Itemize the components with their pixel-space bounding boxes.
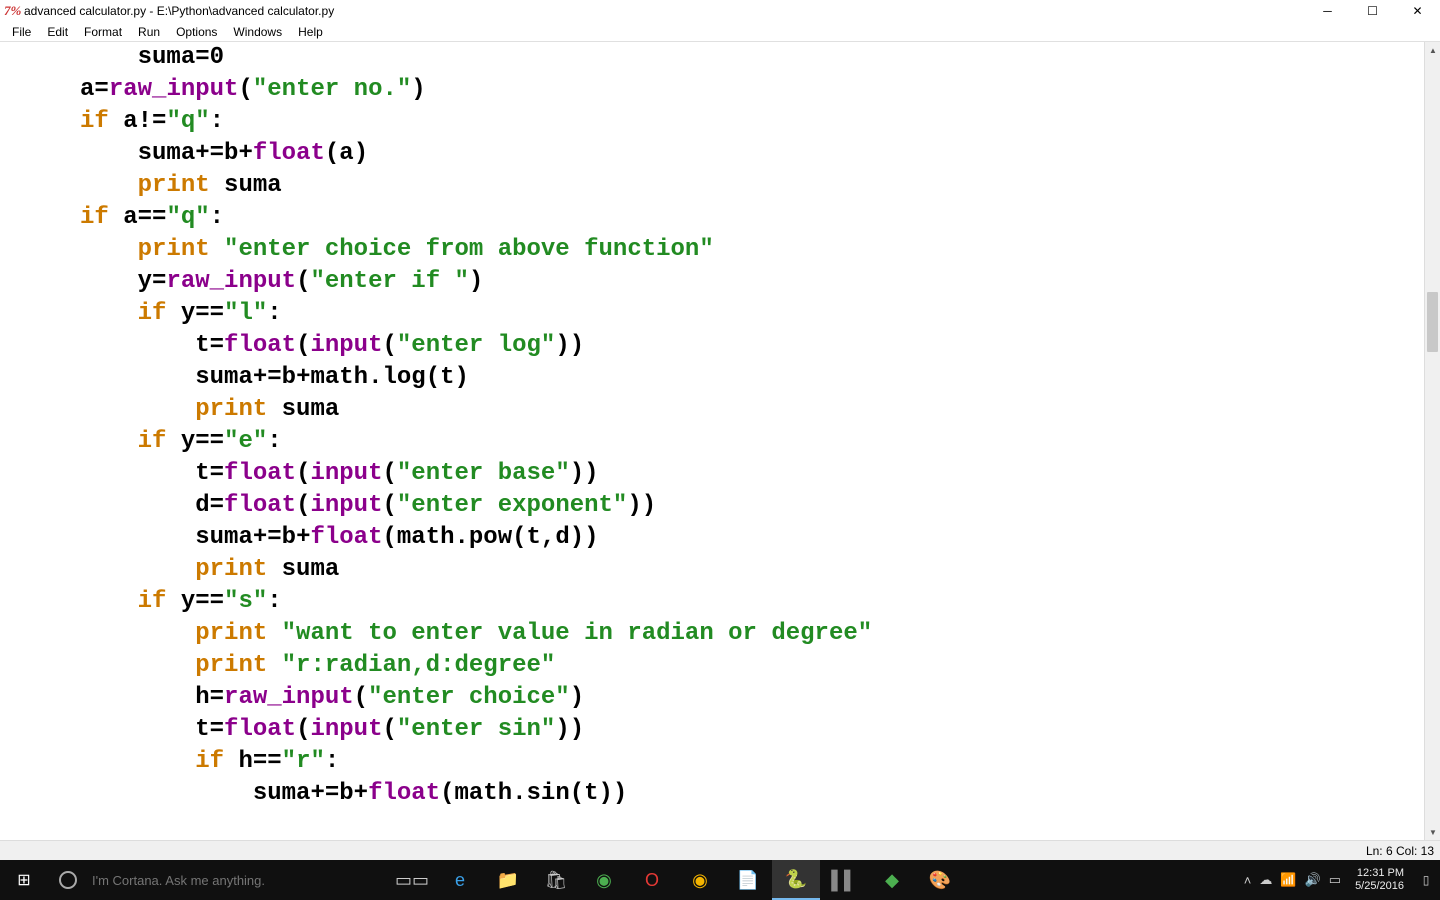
taskbar-app-file-explorer[interactable]: 📁: [484, 860, 532, 900]
tray-input-icon[interactable]: ▭: [1329, 872, 1341, 888]
code-line: print suma: [8, 170, 1424, 202]
code-line: print "enter choice from above function": [8, 234, 1424, 266]
tray-clock[interactable]: 12:31 PM 5/25/2016: [1349, 867, 1410, 893]
tray-onedrive-icon[interactable]: ☁: [1259, 872, 1272, 888]
code-line: print "want to enter value in radian or …: [8, 618, 1424, 650]
system-tray: ˄ ☁ 📶 🔊 ▭ 12:31 PM 5/25/2016 ▯: [1244, 860, 1440, 900]
editor-area: suma=0 a=raw_input("enter no.") if a!="q…: [0, 42, 1440, 840]
code-line: if y=="s":: [8, 586, 1424, 618]
cursor-position: Ln: 6 Col: 13: [1366, 844, 1434, 858]
clock-time: 12:31 PM: [1355, 867, 1404, 880]
clock-date: 5/25/2016: [1355, 880, 1404, 893]
code-line: if y=="l":: [8, 298, 1424, 330]
taskbar-app-paint[interactable]: 🎨: [916, 860, 964, 900]
taskbar-app-utorrent[interactable]: ◉: [580, 860, 628, 900]
action-center-button[interactable]: ▯: [1418, 860, 1434, 900]
taskbar-app-task-view[interactable]: ▭▭: [388, 860, 436, 900]
menu-windows[interactable]: Windows: [225, 23, 290, 41]
menu-format[interactable]: Format: [76, 23, 130, 41]
code-line: print suma: [8, 554, 1424, 586]
code-line: t=float(input("enter base")): [8, 458, 1424, 490]
windows-icon: ⊞: [17, 870, 30, 890]
maximize-button[interactable]: ☐: [1350, 0, 1395, 22]
code-line: t=float(input("enter sin")): [8, 714, 1424, 746]
code-editor[interactable]: suma=0 a=raw_input("enter no.") if a!="q…: [0, 42, 1424, 840]
code-line: h=raw_input("enter choice"): [8, 682, 1424, 714]
tray-volume-icon[interactable]: 🔊: [1305, 872, 1321, 888]
titlebar: 7% advanced calculator.py - E:\Python\ad…: [0, 0, 1440, 22]
window-controls: ─ ☐ ✕: [1305, 0, 1440, 22]
code-line: suma+=b+math.log(t): [8, 362, 1424, 394]
code-line: suma+=b+float(math.sin(t)): [8, 778, 1424, 810]
start-button[interactable]: ⊞: [0, 860, 48, 900]
code-line: suma+=b+float(a): [8, 138, 1424, 170]
code-line: suma+=b+float(math.pow(t,d)): [8, 522, 1424, 554]
taskbar-app-notepadpp[interactable]: 📄: [724, 860, 772, 900]
code-line: y=raw_input("enter if "): [8, 266, 1424, 298]
code-line: print "r:radian,d:degree": [8, 650, 1424, 682]
taskbar-app-edge[interactable]: e: [436, 860, 484, 900]
scroll-down-button[interactable]: ▼: [1425, 824, 1440, 840]
taskbar-app-chrome[interactable]: ◉: [676, 860, 724, 900]
statusbar: Ln: 6 Col: 13: [0, 840, 1440, 860]
menu-options[interactable]: Options: [168, 23, 225, 41]
tray-network-icon[interactable]: 📶: [1280, 872, 1296, 888]
scroll-up-button[interactable]: ▲: [1425, 42, 1440, 58]
code-line: if y=="e":: [8, 426, 1424, 458]
circle-icon: [59, 871, 77, 889]
app-icon: 7%: [4, 4, 18, 18]
code-line: if a!="q":: [8, 106, 1424, 138]
menu-help[interactable]: Help: [290, 23, 331, 41]
taskbar-app-drive[interactable]: ◆: [868, 860, 916, 900]
taskbar-app-idle[interactable]: 🐍: [772, 860, 820, 900]
window-title: advanced calculator.py - E:\Python\advan…: [24, 4, 334, 18]
taskbar-app-store[interactable]: 🛍: [532, 860, 580, 900]
cortana-icon[interactable]: [48, 860, 88, 900]
code-line: if a=="q":: [8, 202, 1424, 234]
tray-chevron-icon[interactable]: ˄: [1244, 873, 1252, 888]
menu-file[interactable]: File: [4, 23, 39, 41]
taskbar-app-pycharm[interactable]: ▌▌: [820, 860, 868, 900]
code-line: t=float(input("enter log")): [8, 330, 1424, 362]
code-line: print suma: [8, 394, 1424, 426]
code-line: d=float(input("enter exponent")): [8, 490, 1424, 522]
minimize-button[interactable]: ─: [1305, 0, 1350, 22]
menu-edit[interactable]: Edit: [39, 23, 76, 41]
close-button[interactable]: ✕: [1395, 0, 1440, 22]
vertical-scrollbar[interactable]: ▲ ▼: [1424, 42, 1440, 840]
code-line: if h=="r":: [8, 746, 1424, 778]
menubar: FileEditFormatRunOptionsWindowsHelp: [0, 22, 1440, 42]
code-line: suma=0: [8, 42, 1424, 74]
taskbar-apps: ▭▭e📁🛍◉O◉📄🐍▌▌◆🎨: [388, 860, 964, 900]
cortana-search-input[interactable]: [88, 860, 368, 900]
taskbar: ⊞ ▭▭e📁🛍◉O◉📄🐍▌▌◆🎨 ˄ ☁ 📶 🔊 ▭ 12:31 PM 5/25…: [0, 860, 1440, 900]
taskbar-app-opera[interactable]: O: [628, 860, 676, 900]
code-line: a=raw_input("enter no."): [8, 74, 1424, 106]
menu-run[interactable]: Run: [130, 23, 168, 41]
scroll-thumb[interactable]: [1427, 292, 1438, 352]
